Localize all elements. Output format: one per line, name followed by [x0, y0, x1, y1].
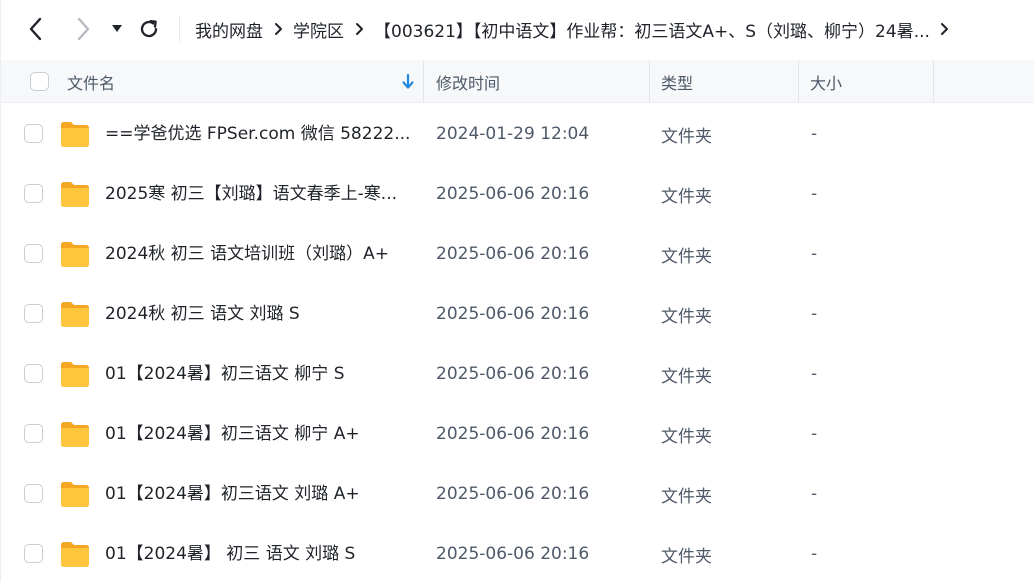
row-checkbox[interactable]	[24, 484, 43, 503]
column-header-size[interactable]: 大小	[799, 60, 934, 103]
file-size: -	[811, 424, 818, 444]
file-size: -	[811, 304, 818, 324]
row-checkbox[interactable]	[24, 364, 43, 383]
folder-icon	[61, 422, 89, 447]
refresh-button[interactable]	[134, 14, 164, 44]
file-size: -	[811, 364, 818, 384]
file-type: 文件夹	[661, 366, 712, 387]
file-modified-time: 2025-06-06 20:16	[436, 544, 590, 564]
file-name[interactable]: 01【2024暑】 初三 语文 刘璐 S	[105, 524, 415, 582]
file-list: ==学爸优选 FPSer.com 微信 58222... 2024-01-29 …	[1, 104, 1034, 582]
history-dropdown-button[interactable]	[103, 14, 131, 44]
sort-descending-icon[interactable]	[401, 73, 415, 91]
row-checkbox[interactable]	[24, 244, 43, 263]
folder-icon	[61, 242, 89, 267]
row-checkbox[interactable]	[24, 184, 43, 203]
column-header-size-label: 大小	[810, 73, 843, 93]
file-name[interactable]: 2024秋 初三 语文 刘璐 S	[105, 284, 415, 344]
file-name[interactable]: 2024秋 初三 语文培训班（刘璐）A+	[105, 224, 415, 284]
folder-icon	[61, 482, 89, 507]
folder-icon	[61, 542, 89, 567]
row-checkbox[interactable]	[24, 424, 43, 443]
file-type: 文件夹	[661, 426, 712, 447]
column-header-name[interactable]: 文件名	[1, 60, 423, 103]
file-size: -	[811, 244, 818, 264]
table-row[interactable]: 01【2024暑】初三语文 刘璐 A+ 2025-06-06 20:16 文件夹…	[1, 464, 1034, 524]
file-type: 文件夹	[661, 126, 712, 147]
column-header-type-label: 类型	[661, 73, 694, 93]
folder-icon	[61, 182, 89, 207]
breadcrumb: 我的网盘 学院区 【003621】【初中语文】作业帮：初三语文A+、S（刘璐、柳…	[195, 0, 1025, 58]
breadcrumb-current-folder[interactable]: 【003621】【初中语文】作业帮：初三语文A+、S（刘璐、柳宁）24暑...	[374, 17, 930, 42]
forward-button[interactable]	[68, 14, 98, 44]
row-checkbox[interactable]	[24, 124, 43, 143]
file-modified-time: 2025-06-06 20:16	[436, 184, 590, 204]
file-name[interactable]: 01【2024暑】初三语文 柳宁 A+	[105, 404, 415, 464]
file-list-header: 文件名 修改时间 类型 大小	[1, 60, 1034, 103]
table-row[interactable]: 01【2024暑】 初三 语文 刘璐 S 2025-06-06 20:16 文件…	[1, 524, 1034, 582]
file-size: -	[811, 184, 818, 204]
nav-divider	[179, 16, 180, 42]
file-size: -	[811, 544, 818, 564]
file-name[interactable]: 2025寒 初三【刘璐】语文春季上-寒...	[105, 164, 415, 224]
column-header-type[interactable]: 类型	[650, 60, 798, 103]
column-divider[interactable]	[933, 60, 934, 103]
file-modified-time: 2025-06-06 20:16	[436, 484, 590, 504]
folder-icon	[61, 122, 89, 147]
table-row[interactable]: 01【2024暑】初三语文 柳宁 S 2025-06-06 20:16 文件夹 …	[1, 344, 1034, 404]
row-checkbox[interactable]	[24, 544, 43, 563]
file-type: 文件夹	[661, 546, 712, 567]
file-modified-time: 2025-06-06 20:16	[436, 244, 590, 264]
file-name[interactable]: 01【2024暑】初三语文 柳宁 S	[105, 344, 415, 404]
breadcrumb-separator-icon	[344, 22, 374, 36]
file-type: 文件夹	[661, 486, 712, 507]
file-size: -	[811, 124, 818, 144]
table-row[interactable]: 2024秋 初三 语文 刘璐 S 2025-06-06 20:16 文件夹 -	[1, 284, 1034, 344]
file-modified-time: 2025-06-06 20:16	[436, 304, 590, 324]
table-row[interactable]: 01【2024暑】初三语文 柳宁 A+ 2025-06-06 20:16 文件夹…	[1, 404, 1034, 464]
chevron-left-icon	[29, 17, 42, 41]
breadcrumb-item-my-drive[interactable]: 我的网盘	[195, 17, 263, 42]
file-name[interactable]: ==学爸优选 FPSer.com 微信 58222...	[105, 104, 415, 164]
folder-icon	[61, 302, 89, 327]
folder-icon	[61, 362, 89, 387]
navigation-bar: 我的网盘 学院区 【003621】【初中语文】作业帮：初三语文A+、S（刘璐、柳…	[1, 0, 1034, 58]
file-browser: 我的网盘 学院区 【003621】【初中语文】作业帮：初三语文A+、S（刘璐、柳…	[0, 0, 1034, 582]
breadcrumb-item-academy[interactable]: 学院区	[293, 17, 344, 42]
chevron-right-icon	[77, 17, 90, 41]
table-row[interactable]: 2025寒 初三【刘璐】语文春季上-寒... 2025-06-06 20:16 …	[1, 164, 1034, 224]
file-type: 文件夹	[661, 246, 712, 267]
refresh-icon	[140, 20, 158, 38]
back-button[interactable]	[21, 14, 51, 44]
column-header-time-label: 修改时间	[436, 73, 501, 93]
row-checkbox[interactable]	[24, 304, 43, 323]
breadcrumb-separator-icon	[263, 22, 293, 36]
file-size: -	[811, 484, 818, 504]
file-modified-time: 2024-01-29 12:04	[436, 124, 590, 144]
column-header-name-label: 文件名	[67, 73, 116, 93]
file-modified-time: 2025-06-06 20:16	[436, 364, 590, 384]
file-type: 文件夹	[661, 186, 712, 207]
table-row[interactable]: 2024秋 初三 语文培训班（刘璐）A+ 2025-06-06 20:16 文件…	[1, 224, 1034, 284]
table-row[interactable]: ==学爸优选 FPSer.com 微信 58222... 2024-01-29 …	[1, 104, 1034, 164]
file-type: 文件夹	[661, 306, 712, 327]
file-name[interactable]: 01【2024暑】初三语文 刘璐 A+	[105, 464, 415, 524]
caret-down-icon	[112, 25, 122, 32]
breadcrumb-more-icon[interactable]	[930, 22, 960, 36]
column-header-modified-time[interactable]: 修改时间	[424, 60, 649, 103]
file-modified-time: 2025-06-06 20:16	[436, 424, 590, 444]
